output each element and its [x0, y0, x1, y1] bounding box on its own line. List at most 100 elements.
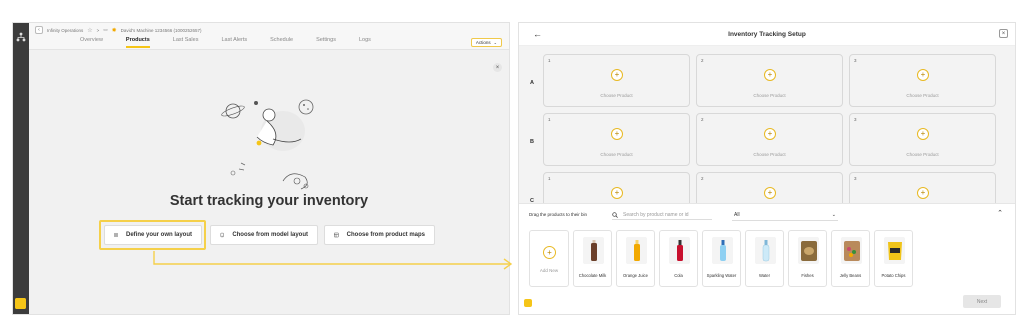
product-list: + Add New Chocolate Milk Orange Juice Co…	[529, 230, 913, 287]
choose-product-label: Choose Product	[906, 152, 939, 157]
add-product-icon[interactable]: +	[764, 187, 776, 199]
help-chip-icon[interactable]	[15, 298, 26, 309]
tab-products[interactable]: Products	[125, 37, 150, 48]
tab-schedule[interactable]: Schedule	[270, 37, 293, 48]
define-layout-button[interactable]: Define your own layout	[104, 225, 202, 245]
add-product-icon[interactable]: +	[611, 187, 623, 199]
model-layout-button[interactable]: Choose from model layout	[210, 225, 318, 245]
bin-number: 1	[548, 176, 551, 181]
cola-bottle-icon	[669, 237, 690, 264]
define-layout-label: Define your own layout	[125, 232, 192, 238]
screenshot-canvas: ‹ Infinity Operations ☆ > ▭ ✸ David's Ma…	[0, 0, 1024, 328]
product-drawer: Drag the products to their bin Search by…	[519, 203, 1015, 314]
close-icon[interactable]: ×	[999, 29, 1008, 38]
product-maps-button[interactable]: Choose from product maps	[324, 225, 435, 245]
product-card[interactable]: Water	[745, 230, 784, 287]
product-name: Orange Juice	[623, 273, 648, 278]
product-card[interactable]: Potato Chips	[874, 230, 913, 287]
dialog-header: ← Inventory Tracking Setup ×	[519, 23, 1015, 46]
bin-cell[interactable]: 2 +	[696, 172, 843, 203]
product-search[interactable]: Search by product name or id	[612, 210, 712, 220]
row-label-a: A	[530, 80, 534, 86]
water-bottle-icon	[755, 237, 776, 264]
status-sun-icon: ✸	[111, 27, 117, 34]
breadcrumb-separator: >	[96, 27, 100, 33]
bin-cell[interactable]: 3 +	[849, 172, 996, 203]
add-product-icon[interactable]: +	[611, 128, 623, 140]
product-name: Sparkling Water	[706, 273, 737, 278]
add-new-product-card[interactable]: + Add New	[529, 230, 569, 287]
tab-settings[interactable]: Settings	[316, 37, 336, 48]
tab-logs[interactable]: Logs	[359, 37, 371, 48]
tab-last-alerts[interactable]: Last Alerts	[221, 37, 247, 48]
add-product-icon[interactable]: +	[764, 69, 776, 81]
product-name: Chocolate Milk	[578, 273, 607, 278]
bin-grid: A B C 1 + Choose Product 2 + Choose Prod…	[519, 46, 1015, 203]
category-select[interactable]: All ⌄	[732, 210, 838, 221]
product-card[interactable]: Chocolate Milk	[573, 230, 612, 287]
bin-number: 1	[548, 117, 551, 122]
inventory-setup-dialog: ← Inventory Tracking Setup × A B C 1 + C…	[518, 22, 1016, 315]
machine-icon: ▭	[103, 27, 108, 32]
chevron-down-icon: ⌄	[493, 40, 497, 45]
product-maps-label: Choose from product maps	[346, 232, 425, 238]
bin-number: 2	[701, 176, 704, 181]
bin-cell[interactable]: 1 +	[543, 172, 690, 203]
bin-cell[interactable]: 2 + Choose Product	[696, 54, 843, 107]
add-product-icon[interactable]: +	[917, 187, 929, 199]
add-new-label: Add New	[539, 268, 559, 273]
close-icon[interactable]: ×	[493, 63, 502, 72]
actions-button[interactable]: Actions ⌄	[470, 38, 502, 47]
row-label-b: B	[530, 139, 534, 145]
help-chip-icon[interactable]	[524, 299, 532, 307]
product-card[interactable]: Cola	[659, 230, 698, 287]
product-name: Jelly Beans	[839, 273, 862, 278]
category-select-value: All	[734, 212, 740, 218]
bin-cell[interactable]: 1 + Choose Product	[543, 54, 690, 107]
choose-product-label: Choose Product	[600, 152, 633, 157]
product-card[interactable]: Fishes	[788, 230, 827, 287]
search-icon	[612, 211, 618, 218]
breadcrumb: ‹ Infinity Operations ☆ > ▭ ✸ David's Ma…	[35, 26, 202, 34]
fishes-bag-icon	[798, 237, 819, 264]
bin-number: 2	[701, 117, 704, 122]
add-product-icon[interactable]: +	[917, 128, 929, 140]
tab-overview[interactable]: Overview	[80, 37, 103, 48]
chevron-down-icon: ⌄	[831, 212, 836, 218]
breadcrumb-org[interactable]: Infinity Operations	[47, 28, 83, 33]
add-product-icon[interactable]: +	[917, 69, 929, 81]
inventory-page: ‹ Infinity Operations ☆ > ▭ ✸ David's Ma…	[12, 22, 510, 315]
network-icon[interactable]	[16, 32, 26, 42]
next-button[interactable]: Next	[963, 295, 1001, 308]
dialog-title: Inventory Tracking Setup	[728, 31, 806, 38]
add-product-icon[interactable]: +	[764, 128, 776, 140]
bin-number: 3	[854, 117, 857, 122]
add-product-icon[interactable]: +	[611, 69, 623, 81]
star-icon[interactable]: ☆	[87, 27, 92, 34]
model-layout-label: Choose from model layout	[232, 232, 308, 238]
device-icon	[220, 232, 224, 238]
product-name: Potato Chips	[881, 273, 906, 278]
product-card[interactable]: Sparkling Water	[702, 230, 741, 287]
sidebar	[13, 23, 29, 314]
chevron-up-icon[interactable]: ⌃	[997, 209, 1003, 217]
tab-last-sales[interactable]: Last Sales	[173, 37, 199, 48]
bin-cell[interactable]: 1 + Choose Product	[543, 113, 690, 166]
top-bar: ‹ Infinity Operations ☆ > ▭ ✸ David's Ma…	[29, 23, 509, 50]
actions-label: Actions	[475, 40, 491, 45]
grid-icon	[114, 233, 118, 237]
tab-bar: Overview Products Last Sales Last Alerts…	[80, 37, 394, 48]
search-placeholder[interactable]: Search by product name or id	[623, 212, 689, 218]
bin-number: 3	[854, 176, 857, 181]
bin-cell[interactable]: 3 + Choose Product	[849, 113, 996, 166]
product-name: Cola	[674, 273, 683, 278]
bin-cell[interactable]: 2 + Choose Product	[696, 113, 843, 166]
back-icon[interactable]: ‹	[35, 26, 43, 34]
add-icon: +	[543, 246, 556, 259]
bin-cell[interactable]: 3 + Choose Product	[849, 54, 996, 107]
astronaut-illustration	[221, 99, 314, 190]
product-card[interactable]: Jelly Beans	[831, 230, 870, 287]
product-name: Fishes	[801, 273, 814, 278]
drag-instruction: Drag the products to their bin	[529, 212, 588, 217]
product-card[interactable]: Orange Juice	[616, 230, 655, 287]
